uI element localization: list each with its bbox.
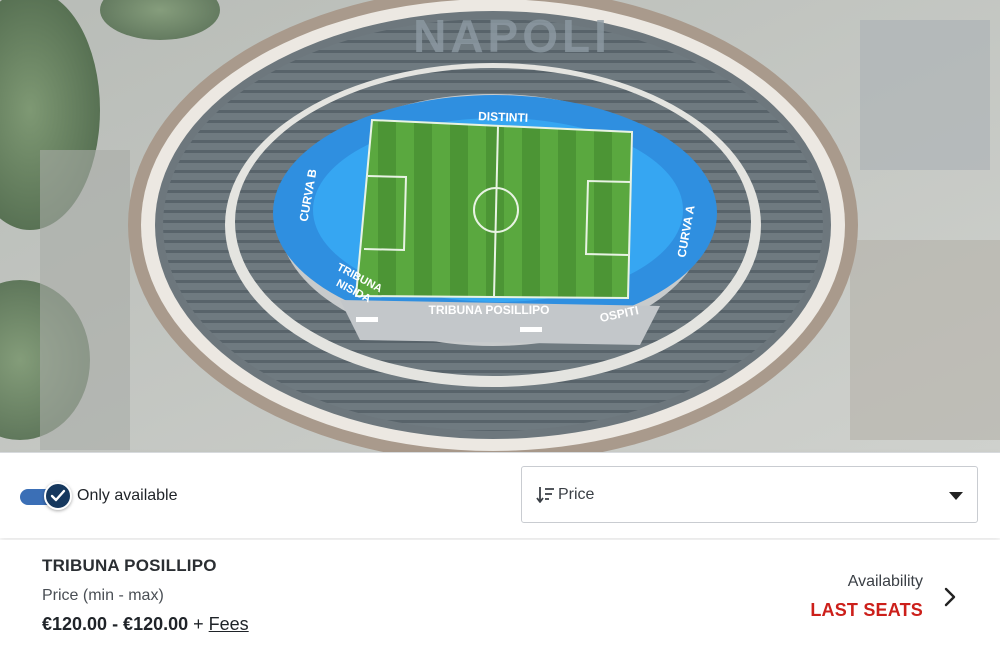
chevron-right-icon[interactable]	[943, 587, 957, 607]
sort-label: Price	[558, 486, 595, 503]
road-left	[40, 150, 130, 450]
stand-label-tribuna-posillipo[interactable]: TRIBUNA POSILLIPO	[429, 303, 550, 317]
toggle-knob	[44, 482, 72, 510]
buildings-right	[850, 240, 1000, 440]
sort-descending-icon	[536, 487, 554, 503]
napoli-seat-text: NAPOLI	[413, 10, 611, 62]
parking-right	[860, 20, 990, 170]
stand-label-distinti[interactable]: DISTINTI	[478, 109, 528, 125]
only-available-label: Only available	[77, 487, 178, 504]
pitch	[354, 118, 634, 300]
checkmark-icon	[50, 489, 66, 502]
price-caption: Price (min - max)	[42, 587, 164, 604]
caret-down-icon	[949, 492, 963, 500]
filters-bar: Only available Price	[0, 452, 1000, 538]
stadium-map-svg: NAPOLI DISTINTI CURVA B CURVA A TRIBUNA	[0, 0, 1000, 452]
only-available-toggle[interactable]	[20, 482, 72, 510]
price-plus: +	[188, 614, 209, 634]
label-tribuna-posillipo: TRIBUNA POSILLIPO	[429, 303, 550, 317]
sort-select[interactable]: Price	[521, 466, 978, 523]
label-distinti: DISTINTI	[478, 109, 528, 125]
price-range: €120.00 - €120.00	[42, 614, 189, 634]
availability-status: LAST SEATS	[810, 600, 923, 620]
fees-link[interactable]: Fees	[209, 614, 249, 634]
availability-caption: Availability	[847, 573, 923, 590]
sector-row[interactable]: TRIBUNA POSILLIPO Price (min - max) €120…	[0, 540, 1000, 646]
price-line: €120.00 - €120.00 + Fees	[42, 614, 249, 635]
stadium-map[interactable]: NAPOLI DISTINTI CURVA B CURVA A TRIBUNA	[0, 0, 1000, 452]
sector-name: TRIBUNA POSILLIPO	[42, 556, 217, 575]
